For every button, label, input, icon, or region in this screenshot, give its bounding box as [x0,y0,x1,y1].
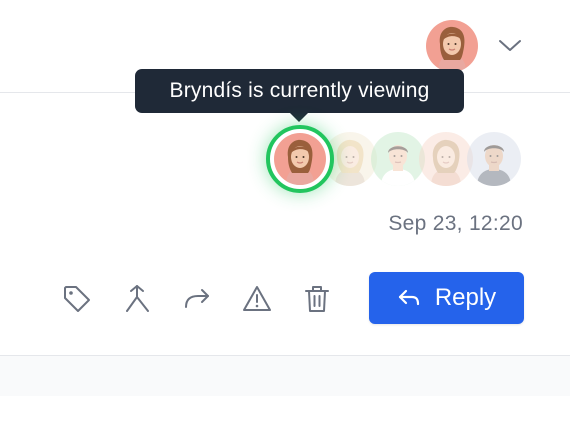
reply-arrow-icon [397,288,421,308]
message-timestamp: Sep 23, 12:20 [388,212,523,235]
viewer-tooltip: Bryndís is currently viewing [135,69,464,113]
viewer-avatar[interactable] [419,132,473,186]
merge-icon[interactable] [121,283,153,315]
warning-triangle-icon[interactable] [241,283,273,315]
message-body-area [0,356,570,396]
ticket-panel: Bryndís is currently viewing Sep 23, 12:… [0,0,570,440]
chevron-down-icon[interactable] [498,37,522,55]
tag-icon[interactable] [61,283,93,315]
reply-button[interactable]: Reply [369,272,524,324]
reply-label: Reply [434,284,497,311]
tooltip-arrow [289,112,309,122]
current-user-avatar[interactable] [426,20,478,72]
viewer-avatar[interactable] [467,132,521,186]
active-viewer-avatar[interactable] [274,133,326,185]
trash-icon[interactable] [301,283,333,315]
viewer-avatar[interactable] [371,132,425,186]
forward-arrow-icon[interactable] [181,283,213,315]
